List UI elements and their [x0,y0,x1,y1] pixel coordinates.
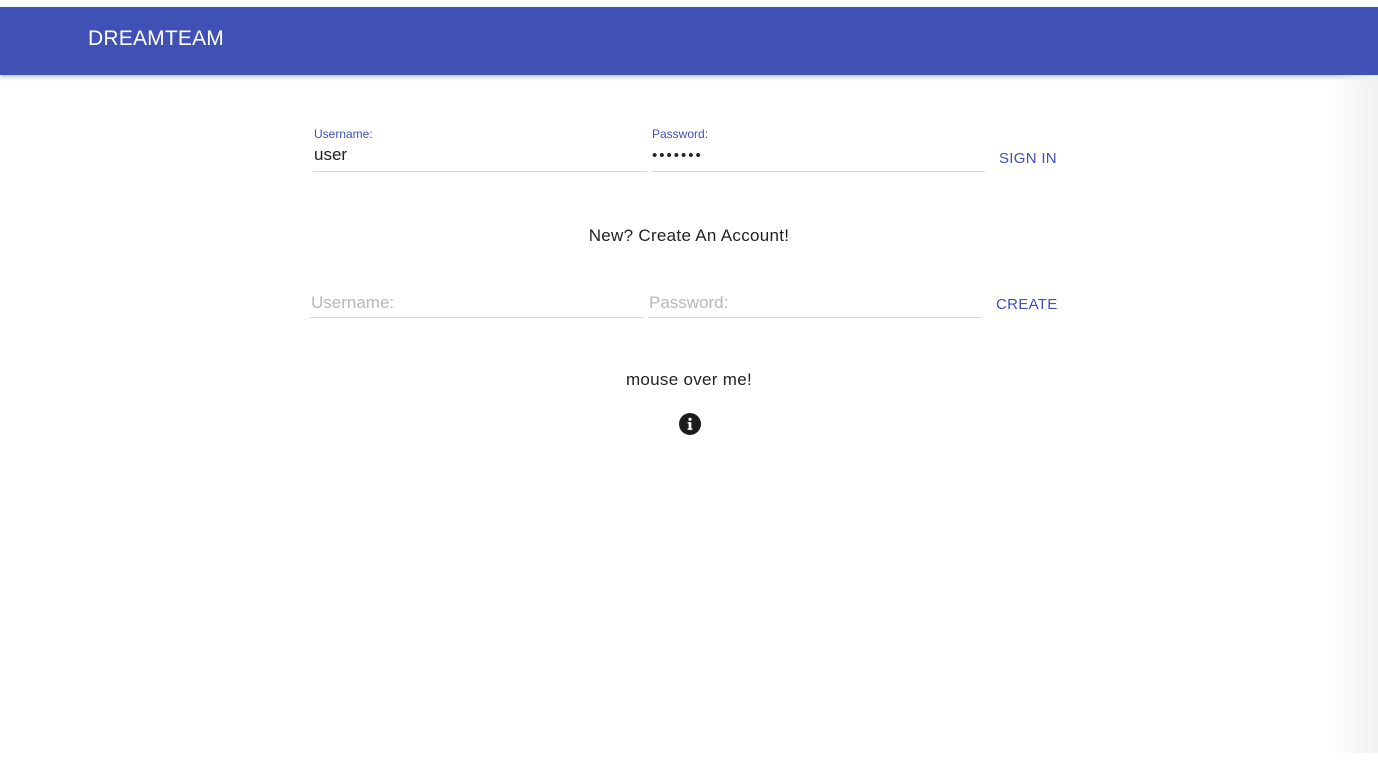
create-button[interactable]: CREATE [996,296,1058,313]
sign-in-button[interactable]: SIGN IN [999,150,1057,167]
top-strip [0,0,1378,7]
info-icon[interactable] [679,413,701,435]
create-account-heading: New? Create An Account! [588,226,790,245]
create-username-underline [310,317,644,318]
create-password-underline [648,317,982,318]
scroll-shadow [1328,75,1378,755]
app-bar: DREAMTEAM [0,7,1378,75]
mouse-over-text[interactable]: mouse over me! [0,370,1378,390]
signin-password-label: Password: [652,127,709,141]
signin-password-underline [651,171,985,172]
create-password-placeholder[interactable]: Password: [649,293,728,313]
login-page: DREAMTEAM Username: user Password: •••••… [0,0,1378,760]
signin-username-label: Username: [314,127,373,141]
signin-password-value[interactable]: ••••••• [652,147,703,164]
signin-username-value[interactable]: user [314,145,347,165]
create-username-placeholder[interactable]: Username: [311,293,394,313]
bottom-strip [0,753,1378,760]
signin-username-underline [313,171,647,172]
app-title: DREAMTEAM [88,27,224,50]
